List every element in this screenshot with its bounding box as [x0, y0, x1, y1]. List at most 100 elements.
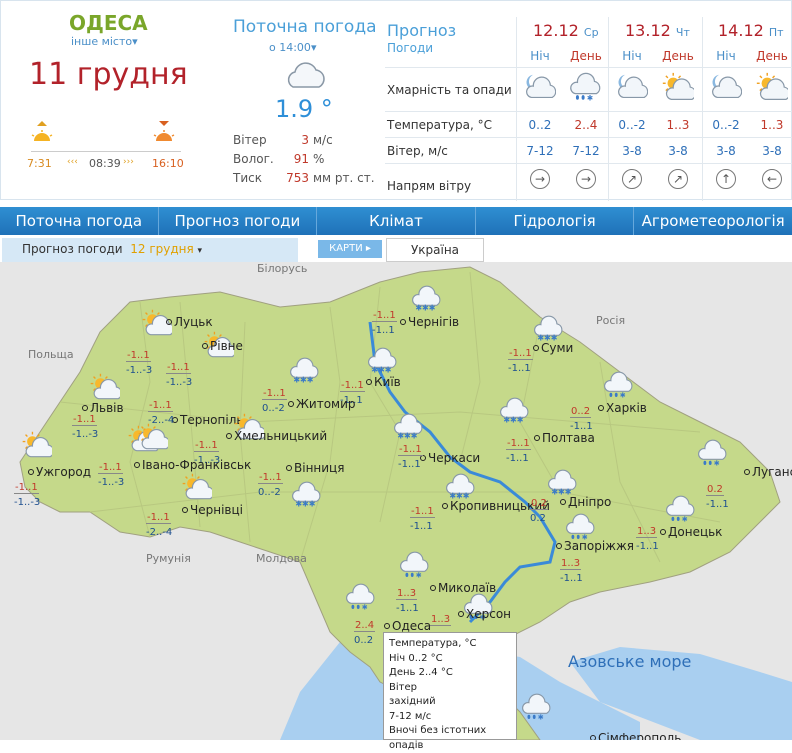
sun-cloud-icon	[660, 71, 697, 109]
day-temp: -1..-3	[98, 477, 125, 488]
col-wind: 7-12	[526, 144, 554, 158]
nav-climate[interactable]: Клімат	[317, 207, 476, 235]
col-wind: 3-8	[716, 144, 736, 158]
col-wind: 3-8	[668, 144, 688, 158]
nav-current-weather[interactable]: Поточна погода	[0, 207, 159, 235]
region-tab-ukraine[interactable]: Україна	[386, 238, 484, 262]
night-temp: -1..1	[98, 462, 123, 474]
cloud-rain-snow-icon: ✱	[568, 71, 602, 109]
day-temp: -1..1	[398, 459, 421, 470]
map-city[interactable]: Сімферополь	[590, 731, 681, 740]
current-date: 11 грудня	[29, 57, 188, 92]
map-city[interactable]: Львів	[82, 401, 124, 415]
night-temp: -1..1	[148, 400, 173, 412]
sun-cloud-icon	[136, 422, 170, 458]
svg-text:✱: ✱	[714, 459, 720, 468]
sun-cloud-icon	[754, 71, 791, 109]
night-temp: 0.2	[706, 484, 724, 496]
wind-direction-icon: ↑	[716, 169, 736, 189]
map-city[interactable]: Ужгород	[28, 465, 91, 479]
night-temp: -1..1	[410, 506, 435, 518]
map-city[interactable]: Чернівці	[182, 503, 243, 517]
svg-text:✱✱✱: ✱✱✱	[397, 432, 417, 441]
night-temp: -1..1	[72, 414, 97, 426]
day-header-2: 13.12 Чт	[625, 21, 690, 40]
nav-agrometeorology[interactable]: Агрометеорологія	[634, 207, 792, 235]
map-city[interactable]: Івано-Франківськ	[134, 458, 251, 472]
map-city[interactable]: Рівне	[202, 339, 243, 353]
sunrise-time: 7:31	[27, 157, 52, 170]
night-temp: 2..4	[354, 620, 376, 632]
nav-hydrology[interactable]: Гідрологія	[476, 207, 635, 235]
moon-cloud-icon	[614, 71, 649, 109]
day-temp: -1..1	[410, 521, 433, 532]
sun-cloud-icon	[20, 430, 54, 466]
col-temp: 1..3	[760, 118, 784, 132]
svg-text:✱: ✱	[362, 603, 368, 612]
map-city[interactable]: Харків	[598, 401, 647, 415]
cloud-rain-icon: ✱	[398, 550, 430, 586]
nav-forecast[interactable]: Прогноз погоди	[159, 207, 318, 235]
map-city[interactable]: Донецьк	[660, 525, 722, 539]
other-city-link[interactable]: інше місто▾	[71, 35, 138, 48]
map-city[interactable]: Хмельницький	[226, 429, 327, 443]
row-label-wind-direction: Напрям вітру	[387, 179, 472, 193]
col-temp: 0..-2	[618, 118, 646, 132]
cloud-snow-icon: ✱✱✱	[498, 396, 530, 432]
map-city[interactable]: Чернігів	[400, 315, 459, 329]
maps-button[interactable]: КАРТИ ▸	[318, 240, 382, 258]
col-wind: 7-12	[572, 144, 600, 158]
row-label-wind: Вітер, м/с	[387, 144, 448, 158]
sunset-time: 16:10	[152, 157, 184, 170]
day-temp: -1..1	[372, 325, 395, 336]
map-city[interactable]: Одеса	[384, 619, 431, 633]
day-header-1: 12.12 Ср	[533, 21, 599, 40]
current-time-select[interactable]: о 14:00▾	[269, 41, 316, 54]
day-length: 08:39	[89, 157, 121, 170]
wind-direction-icon: →	[576, 169, 596, 189]
forecast-date-selector[interactable]: Прогноз погоди 12 грудня ▾	[2, 238, 298, 262]
row-label-cloudiness: Хмарність та опади	[387, 83, 512, 97]
day-temp: 0..-2	[258, 487, 281, 498]
day-temp: -1..1	[508, 363, 531, 374]
night-temp: -1..1	[372, 310, 397, 322]
col-temp: 2..4	[574, 118, 598, 132]
map-city[interactable]: Запоріжжя	[556, 539, 634, 553]
day-temp: -1..1	[706, 499, 729, 510]
day-temp: -1..1	[560, 573, 583, 584]
map-city[interactable]: Житомир	[288, 397, 356, 411]
svg-text:✱✱✱: ✱✱✱	[503, 416, 523, 425]
day-temp: -1..1	[506, 453, 529, 464]
svg-text:✱✱✱: ✱✱✱	[295, 500, 315, 509]
map-city[interactable]: Полтава	[534, 431, 595, 445]
pressure-row: Тиск 753 мм рт. ст.	[233, 171, 375, 185]
svg-text:✱✱✱: ✱✱✱	[415, 304, 435, 313]
country-poland: Польща	[28, 348, 74, 361]
day-temp: 0.2	[530, 513, 546, 524]
map-city[interactable]: Дніпро	[560, 495, 611, 509]
map-city[interactable]: Київ	[366, 375, 401, 389]
col-label: Ніч	[530, 49, 550, 63]
day-temp: -1..-3	[72, 429, 99, 440]
col-label: День	[756, 49, 788, 63]
arrows-left: ‹‹‹	[67, 157, 78, 167]
forecast-title: Прогноз	[387, 21, 457, 40]
map-city[interactable]: Суми	[533, 341, 573, 355]
map-city[interactable]: Луганськ	[744, 465, 792, 479]
current-weather-title: Поточна погода	[233, 17, 377, 37]
cloud-snow-icon: ✱✱✱	[290, 480, 322, 516]
map-city[interactable]: Луцьк	[166, 315, 213, 329]
col-wind: 3-8	[622, 144, 642, 158]
night-temp: -1..1	[194, 440, 219, 452]
day-temp: 0..-2	[262, 403, 285, 414]
map-city[interactable]: Черкаси	[420, 451, 480, 465]
map-city[interactable]: Вінниця	[286, 461, 344, 475]
night-temp: -1..1	[340, 380, 365, 392]
map-city[interactable]: Херсон	[458, 607, 511, 621]
arrows-right: ›››	[123, 157, 134, 167]
day-temp: -1..1	[636, 541, 659, 552]
night-temp: 1..3	[636, 526, 658, 538]
day-temp: -1..-3	[126, 365, 153, 376]
country-romania: Румунія	[146, 552, 191, 565]
svg-text:✱: ✱	[587, 93, 594, 102]
